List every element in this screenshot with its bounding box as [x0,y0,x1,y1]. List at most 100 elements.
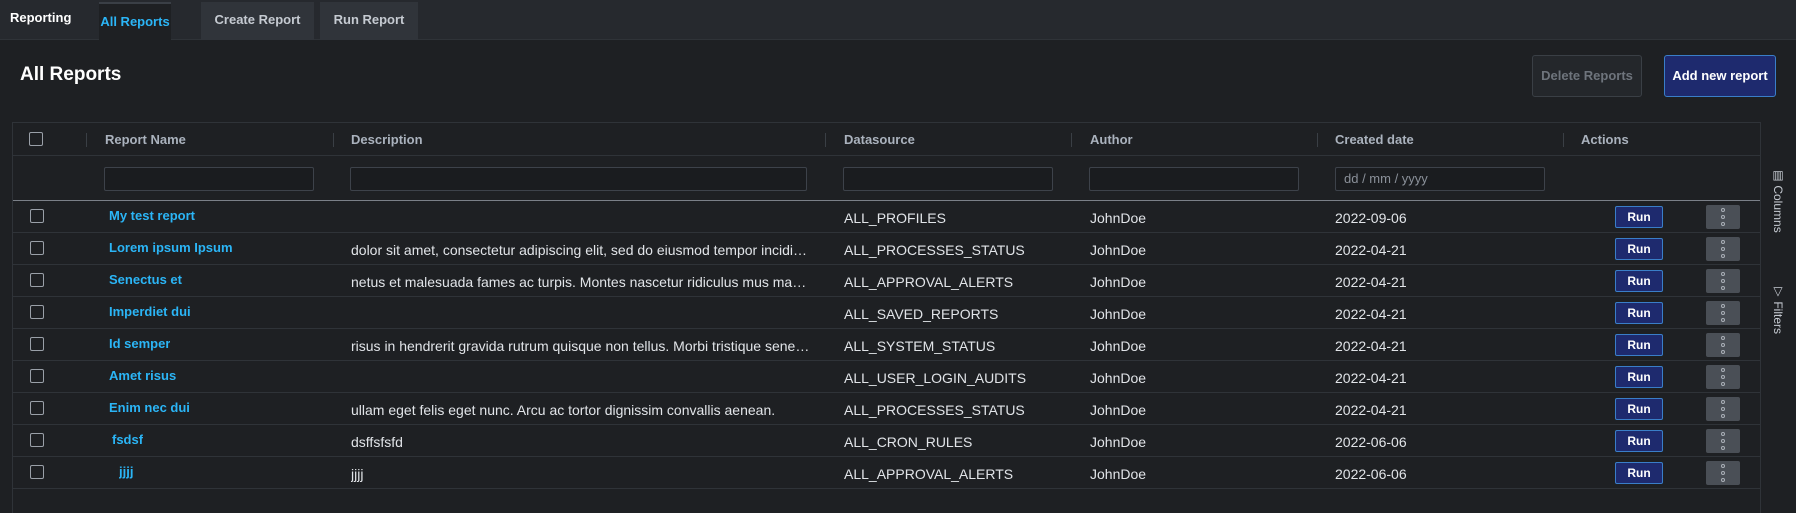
table-row[interactable]: fsdsf dsffsfsfd ALL_CRON_RULES JohnDoe 2022-… [13,425,1761,457]
delete-reports-button[interactable]: Delete Reports [1532,55,1642,97]
more-vertical-icon[interactable] [1706,397,1740,421]
more-vertical-icon[interactable] [1706,365,1740,389]
author-filter-input[interactable] [1089,167,1299,191]
report-author: JohnDoe [1090,242,1147,258]
table-row[interactable]: My test report ALL_PROFILES JohnDoe 2022-09… [13,201,1761,233]
row-checkbox[interactable] [30,369,44,383]
more-vertical-icon[interactable] [1706,333,1740,357]
table-row[interactable]: Senectus et netus et malesuada fames ac t… [13,265,1761,297]
row-checkbox[interactable] [30,273,44,287]
run-report-button[interactable]: Run [1615,462,1663,484]
column-separator [333,133,334,147]
more-vertical-icon[interactable] [1706,269,1740,293]
report-description: jjjj [351,466,364,482]
add-new-report-button[interactable]: Add new report [1664,55,1776,97]
report-name-link[interactable]: jjjj [119,464,133,479]
run-report-button[interactable]: Run [1615,398,1663,420]
table-row[interactable]: Enim nec dui ullam eget felis eget nunc. … [13,393,1761,425]
report-name-link[interactable]: Enim nec dui [109,400,190,415]
report-author: JohnDoe [1090,402,1147,418]
more-vertical-icon[interactable] [1706,301,1740,325]
report-datasource: ALL_SAVED_REPORTS [844,306,999,322]
run-report-button[interactable]: Run [1615,270,1663,292]
report-datasource: ALL_PROCESSES_STATUS [844,242,1025,258]
page-title: All Reports [20,64,122,85]
report-datasource: ALL_CRON_RULES [844,434,973,450]
run-report-button[interactable]: Run [1615,238,1663,260]
report-author: JohnDoe [1090,210,1147,226]
report-name-link[interactable]: Senectus et [109,272,182,287]
report-created-date: 2022-04-21 [1335,338,1407,354]
row-checkbox[interactable] [30,209,44,223]
report-author: JohnDoe [1090,274,1147,290]
app-title: Reporting [10,10,72,25]
tab-run-report[interactable]: Run Report [320,2,418,40]
table-row[interactable]: Lorem ipsum Ipsum dolor sit amet, consect… [13,233,1761,265]
report-datasource: ALL_PROCESSES_STATUS [844,402,1025,418]
report-created-date: 2022-04-21 [1335,370,1407,386]
row-checkbox[interactable] [30,305,44,319]
column-header-author[interactable]: Author [1090,132,1133,147]
created-date-filter-input[interactable]: dd / mm / yyyy [1335,167,1545,191]
report-author: JohnDoe [1090,466,1147,482]
run-report-button[interactable]: Run [1615,366,1663,388]
report-name-link[interactable]: Amet risus [109,368,176,383]
run-report-button[interactable]: Run [1615,430,1663,452]
more-vertical-icon[interactable] [1706,429,1740,453]
report-datasource: ALL_PROFILES [844,210,946,226]
run-report-button[interactable]: Run [1615,302,1663,324]
more-vertical-icon[interactable] [1706,461,1740,485]
row-checkbox[interactable] [30,401,44,415]
column-header-created-date[interactable]: Created date [1335,132,1414,147]
filters-panel-label: Filters [1771,301,1785,335]
filter-row: dd / mm / yyyy [13,156,1761,201]
report-datasource: ALL_SYSTEM_STATUS [844,338,996,354]
report-name-filter-input[interactable] [104,167,314,191]
report-created-date: 2022-06-06 [1335,434,1407,450]
table-header: Report Name Description Datasource Autho… [13,123,1761,156]
filters-panel-tab[interactable]: ▽ Filters [1771,284,1785,334]
table-row[interactable]: Imperdiet dui ALL_SAVED_REPORTS JohnDoe 202… [13,297,1761,329]
select-all-checkbox[interactable] [29,132,43,146]
report-created-date: 2022-04-21 [1335,242,1407,258]
row-checkbox[interactable] [30,433,44,447]
report-name-link[interactable]: fsdsf [112,432,143,447]
run-report-button[interactable]: Run [1615,206,1663,228]
row-checkbox[interactable] [30,337,44,351]
column-header-description[interactable]: Description [351,132,423,147]
report-author: JohnDoe [1090,434,1147,450]
report-name-link[interactable]: Id semper [109,336,170,351]
row-checkbox[interactable] [30,465,44,479]
more-vertical-icon[interactable] [1706,205,1740,229]
report-name-link[interactable]: Lorem ipsum Ipsum [109,240,233,255]
report-name-link[interactable]: Imperdiet dui [109,304,191,319]
column-header-report-name[interactable]: Report Name [105,132,186,147]
report-datasource: ALL_APPROVAL_ALERTS [844,466,1014,482]
description-filter-input[interactable] [350,167,807,191]
tab-all-reports[interactable]: All Reports [99,2,171,40]
report-datasource: ALL_USER_LOGIN_AUDITS [844,370,1027,386]
datasource-filter-input[interactable] [843,167,1053,191]
run-report-button[interactable]: Run [1615,334,1663,356]
column-separator [825,133,826,147]
report-created-date: 2022-06-06 [1335,466,1407,482]
report-description: dolor sit amet, consectetur adipiscing e… [351,242,807,258]
columns-panel-label: Columns [1771,185,1785,233]
report-name-link[interactable]: My test report [109,208,195,223]
top-navigation-bar: Reporting All Reports Create Report Run … [0,0,1796,40]
column-header-datasource[interactable]: Datasource [844,132,915,147]
report-author: JohnDoe [1090,370,1147,386]
row-checkbox[interactable] [30,241,44,255]
table-row[interactable]: jjjj jjjj ALL_APPROVAL_ALERTS JohnDoe 2022-0… [13,457,1761,489]
report-created-date: 2022-04-21 [1335,306,1407,322]
column-separator [1071,133,1072,147]
columns-panel-tab[interactable]: ▥ Columns [1771,168,1785,233]
report-author: JohnDoe [1090,306,1147,322]
side-panel: ▥ Columns ▽ Filters [1760,122,1796,513]
column-separator [86,133,87,147]
tab-create-report[interactable]: Create Report [201,2,314,40]
more-vertical-icon[interactable] [1706,237,1740,261]
table-row[interactable]: Amet risus ALL_USER_LOGIN_AUDITS JohnDoe 20… [13,361,1761,393]
table-row[interactable]: Id semper risus in hendrerit gravida rutr… [13,329,1761,361]
report-created-date: 2022-09-06 [1335,210,1407,226]
